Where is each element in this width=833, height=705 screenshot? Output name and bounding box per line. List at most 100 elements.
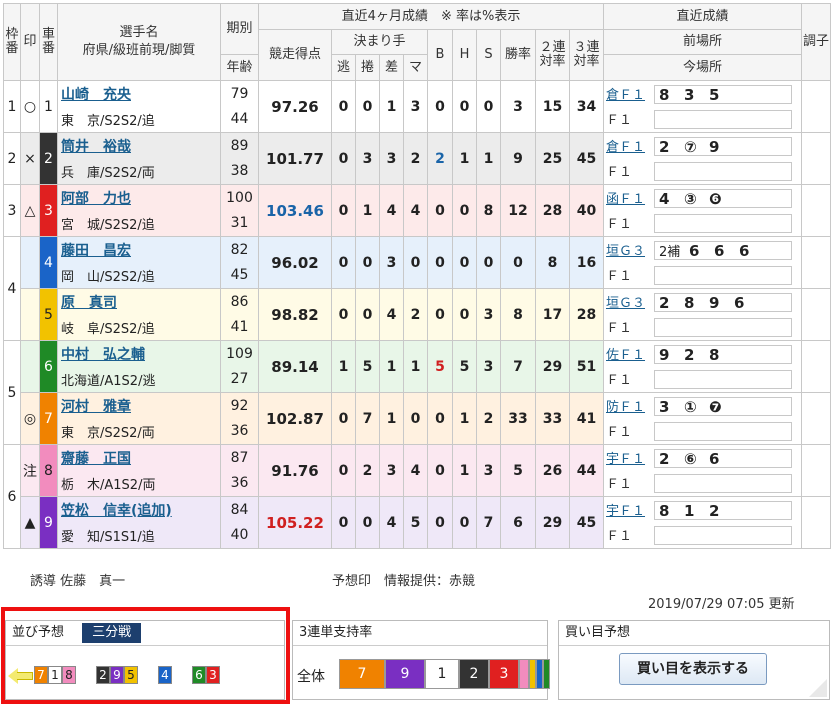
show-bets-button[interactable]: 買い目を表示する [619, 653, 767, 685]
prev-venue-link[interactable]: 垣Ｇ３ [606, 240, 654, 259]
prev-venue-link[interactable]: 倉Ｆ１ [606, 84, 654, 103]
stat-s: 7 [476, 496, 501, 549]
header-mk: マ [403, 54, 428, 81]
rider-ki: 100 [220, 184, 259, 211]
condition-cell [801, 392, 831, 445]
stat-h: 0 [452, 184, 477, 237]
support-segment-small [536, 659, 543, 689]
this-venue-cell: Ｆ１ [603, 106, 802, 133]
rider-ki: 109 [220, 340, 259, 367]
stat-b: 2 [427, 132, 453, 185]
stat-s: 1 [476, 132, 501, 185]
kimarite-makuri: 0 [355, 236, 380, 289]
prediction-mark: ○ [20, 80, 40, 133]
prev-venue-link[interactable]: 宇Ｆ１ [606, 500, 654, 519]
prev-venue-link[interactable]: 函Ｆ１ [606, 188, 654, 207]
rider-name-link[interactable]: 中村 弘之輔 [57, 340, 221, 367]
stat-b: 0 [427, 184, 453, 237]
support-segment: 1 [425, 659, 459, 689]
rider-name-link[interactable]: 山崎 充央 [57, 80, 221, 107]
condition-cell [801, 80, 831, 133]
prev-result-2: ❼ [709, 397, 722, 416]
stat-h: 0 [452, 496, 477, 549]
condition-cell [801, 444, 831, 497]
rider-name-link[interactable]: 笠松 信幸(追加) [57, 496, 221, 523]
guide-rider: 誘導 佐藤 真一 [30, 574, 126, 589]
kimarite-nige: 0 [331, 80, 356, 133]
kimarite-nige: 0 [331, 496, 356, 549]
prev-venue-link[interactable]: 倉Ｆ１ [606, 136, 654, 155]
stat-b: 0 [427, 496, 453, 549]
prev-venue-link[interactable]: 佐Ｆ１ [606, 344, 654, 363]
this-venue-grade: Ｆ１ [606, 217, 633, 233]
this-results [654, 318, 792, 338]
kimarite-sashi: 3 [379, 444, 404, 497]
this-venue-cell: Ｆ１ [603, 366, 802, 393]
rider-age: 27 [220, 366, 259, 393]
prediction-mark: ▲ [20, 496, 40, 549]
rider-name-link[interactable]: 筒井 裕哉 [57, 132, 221, 159]
kimarite-makuri: 0 [355, 80, 380, 133]
update-time: 2019/07/29 07:05 更新 [648, 597, 795, 612]
stat-b: 0 [427, 444, 453, 497]
rider-name-link[interactable]: 齋藤 正国 [57, 444, 221, 471]
header-name: 選手名 府県/級班前現/脚質 [57, 3, 221, 81]
kimarite-sashi: 4 [379, 184, 404, 237]
car-number: 6 [39, 340, 58, 393]
prev-venue-link[interactable]: 垣Ｇ３ [606, 292, 654, 311]
kimarite-sashi: 1 [379, 340, 404, 393]
header-mark: 印 [20, 3, 40, 81]
car-number: 1 [39, 80, 58, 133]
this-venue-cell: Ｆ１ [603, 158, 802, 185]
kimarite-makuri: 0 [355, 496, 380, 549]
header-kimarite: 決まり手 [331, 29, 428, 55]
prev-venue-cell: 倉Ｆ１ 2 ⑦ 9 [603, 132, 802, 159]
rider-age: 40 [220, 522, 259, 549]
rider-ki: 84 [220, 496, 259, 523]
rider-profile: 栃 木/A1S2/両 [57, 470, 221, 497]
rider-profile: 岡 山/S2S2/追 [57, 262, 221, 289]
condition-cell [801, 184, 831, 237]
condition-cell [801, 496, 831, 549]
ren2-rate: 17 [535, 288, 570, 341]
rider-name-link[interactable]: 原 真司 [57, 288, 221, 315]
rider-age: 36 [220, 470, 259, 497]
header-ren3: ３連対率 [569, 29, 604, 81]
rider-name-link[interactable]: 藤田 昌宏 [57, 236, 221, 263]
rider-ki: 86 [220, 288, 259, 315]
rider-profile: 兵 庫/S2S2/両 [57, 158, 221, 185]
rider-row: ▲ 9 笠松 信幸(追加) 84 105.22 0 0 4 5 0 0 7 6 29 45 宇Ｆ１ 8 1 2 [3, 496, 831, 549]
stat-h: 0 [452, 236, 477, 289]
support-segment: 7 [339, 659, 385, 689]
kimarite-nige: 0 [331, 444, 356, 497]
this-venue-grade: Ｆ１ [606, 165, 633, 181]
rider-age: 31 [220, 210, 259, 237]
stat-h: 1 [452, 132, 477, 185]
kimarite-mk: 5 [403, 496, 428, 549]
car-number: 5 [39, 288, 58, 341]
car-number: 8 [39, 444, 58, 497]
rider-name-link[interactable]: 阿部 力也 [57, 184, 221, 211]
stat-s: 3 [476, 288, 501, 341]
car-number: 7 [39, 392, 58, 445]
car-number: 3 [39, 184, 58, 237]
car-number: 2 [39, 132, 58, 185]
header-makuri: 捲 [355, 54, 380, 81]
kimarite-mk: 4 [403, 184, 428, 237]
prev-venue-link[interactable]: 防Ｆ１ [606, 396, 654, 415]
this-venue-cell: Ｆ１ [603, 210, 802, 237]
prev-venue-link[interactable]: 宇Ｆ１ [606, 448, 654, 467]
ren3-rate: 28 [569, 288, 604, 341]
race-score: 89.14 [258, 340, 332, 393]
prev-result-0: 3 [659, 397, 670, 416]
kimarite-makuri: 7 [355, 392, 380, 445]
this-venue-grade: Ｆ１ [606, 113, 633, 129]
race-score: 97.26 [258, 80, 332, 133]
rider-profile: 岐 阜/S2S2/追 [57, 314, 221, 341]
page-curl-icon [809, 679, 827, 697]
kimarite-sashi: 4 [379, 496, 404, 549]
race-score: 105.22 [258, 496, 332, 549]
rider-name-link[interactable]: 河村 雅章 [57, 392, 221, 419]
rider-row: 6 注 8 齋藤 正国 87 91.76 0 2 3 4 0 1 3 5 26 44 宇Ｆ１ 2 ⑥ 6 [3, 444, 831, 549]
win-rate: 9 [500, 132, 536, 185]
